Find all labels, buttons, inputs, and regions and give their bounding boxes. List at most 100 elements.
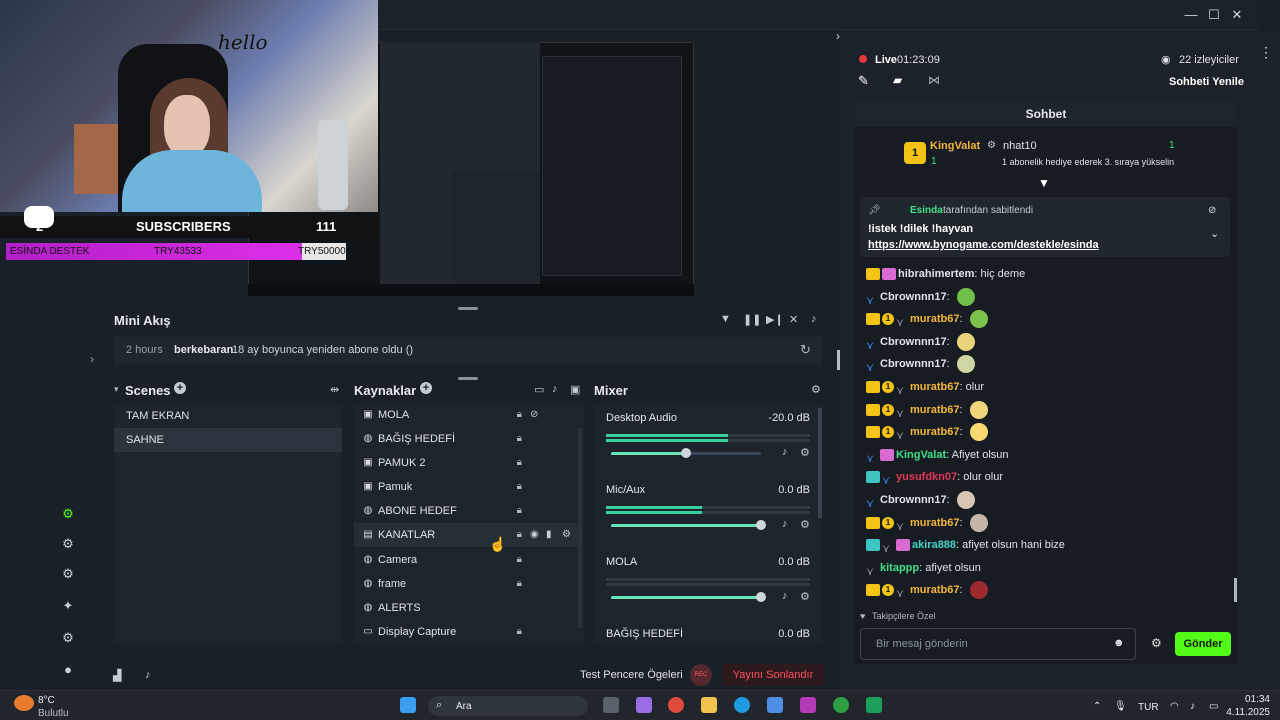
battery-icon[interactable]: ▭ (1209, 701, 1218, 712)
end-stream-button[interactable]: Yayını Sonlandır (722, 664, 824, 686)
volume-slider[interactable] (611, 520, 766, 530)
add-scene-icon[interactable]: + (174, 382, 186, 394)
source-item[interactable]: ▣ Pamuk 🔒︎ (354, 475, 578, 499)
emoji-icon[interactable]: ☻ (1113, 637, 1125, 649)
lock-icon[interactable]: 🔒︎ (517, 427, 522, 451)
profile-icon[interactable]: ● (60, 662, 76, 678)
stats-icon[interactable]: ▟ (113, 669, 121, 682)
app-icon[interactable] (800, 697, 816, 713)
unpin-icon[interactable]: ⊘ (1208, 205, 1216, 216)
mixer-settings-icon[interactable]: ⚙ (811, 383, 821, 396)
lock-icon[interactable]: 🔒︎ (517, 548, 522, 572)
task-view-icon[interactable] (603, 697, 619, 713)
minimize-button[interactable]: — (1184, 8, 1198, 22)
filter-icon[interactable]: ▼ (720, 313, 731, 325)
chat-username[interactable]: kitappp (880, 562, 919, 574)
lock-icon[interactable]: 🔒︎ (517, 620, 522, 644)
maximize-button[interactable]: ☐ (1207, 8, 1221, 22)
mute-speaker-icon[interactable]: ♪ (782, 518, 788, 530)
sources-scrollbar[interactable] (578, 428, 582, 628)
source-item[interactable]: ▣ MOLA 🔒︎ ⊘ (354, 403, 578, 427)
skip-icon[interactable]: ▶❙ (766, 313, 784, 326)
chat-username[interactable]: akira888 (912, 539, 956, 551)
volume-knob[interactable] (756, 592, 766, 602)
chat-username[interactable]: muratb67 (910, 381, 960, 393)
source-item[interactable]: ◍ BAĞIŞ HEDEFİ 🔒︎ (354, 427, 578, 451)
scene-item-selected[interactable]: SAHNE (114, 428, 342, 452)
add-source-icon[interactable]: + (420, 382, 432, 394)
event-user[interactable]: berkebaran (174, 344, 233, 356)
chrome-icon[interactable] (668, 697, 684, 713)
plugin-icon[interactable]: ⚙ (60, 566, 76, 582)
source-item[interactable]: ▣ PAMUK 2 🔒︎ (354, 451, 578, 475)
chat-username[interactable]: yusufdkn07 (896, 471, 957, 483)
expand-down-icon[interactable]: ▼ (1038, 176, 1050, 190)
chat-username[interactable]: Cbrownnn17 (880, 358, 947, 370)
clock-date[interactable]: 4.11.2025 (1222, 707, 1270, 718)
language-indicator[interactable]: TUR (1138, 702, 1159, 713)
link-icon[interactable]: ⚙ (60, 506, 76, 522)
xbox-icon[interactable] (833, 697, 849, 713)
chat-settings-icon[interactable]: ⚙ (1151, 636, 1162, 650)
chevron-down-icon[interactable]: ⌄ (1210, 227, 1219, 240)
source-item[interactable]: ◍ ABONE HEDEF 🔒︎ (354, 499, 578, 523)
pause-icon[interactable]: ❚❚ (743, 313, 761, 326)
lock-icon[interactable]: 🔒︎ (517, 572, 522, 596)
mute-speaker-icon[interactable]: ♪ (782, 590, 788, 602)
settings-gear-icon[interactable]: ⚙ (60, 536, 76, 552)
more-icon[interactable]: ⋮ (1259, 44, 1273, 61)
chat-username[interactable]: muratb67 (910, 584, 960, 596)
mic-icon[interactable]: 🎙︎ (1114, 701, 1127, 712)
lock-icon[interactable]: 🔒︎ (517, 523, 522, 547)
trash-icon[interactable]: ▮ (546, 523, 552, 547)
camera-icon[interactable]: ▰ (893, 73, 902, 87)
channel-settings-icon[interactable]: ⚙ (800, 518, 810, 531)
chat-scrollbar[interactable] (1234, 578, 1237, 602)
drag-handle-2[interactable] (458, 377, 478, 380)
replay-icon[interactable]: ↻ (800, 342, 811, 358)
bell-icon[interactable]: ♪ (145, 669, 151, 681)
chat-username[interactable]: Cbrownnn17 (880, 291, 947, 303)
chat-username[interactable]: KingValat (896, 449, 946, 461)
mixer-scrollbar[interactable] (818, 408, 822, 518)
scene-transition-icon[interactable]: ⇹ (330, 383, 339, 396)
edit-pencil-icon[interactable]: ✎ (858, 73, 869, 89)
weather-icon[interactable] (14, 695, 34, 711)
channel-settings-icon[interactable]: ⚙ (800, 590, 810, 603)
collapse-chat-icon[interactable]: › (836, 29, 840, 43)
chat-username[interactable]: Cbrownnn17 (880, 336, 947, 348)
gift-target-name[interactable]: nhat10 (1003, 140, 1037, 152)
volume-icon[interactable]: ♪ (811, 313, 817, 325)
source-item[interactable]: ◍ ALERTS (354, 596, 578, 620)
chat-username[interactable]: Cbrownnn17 (880, 494, 947, 506)
channel-settings-icon[interactable]: ⚙ (800, 446, 810, 459)
audio-icon[interactable]: ♪ (552, 383, 558, 395)
scene-item[interactable]: TAM EKRAN (114, 404, 342, 428)
weather-desc[interactable]: Bulutlu (38, 708, 69, 719)
chat-input[interactable]: Bir mesaj gönderin ☻ (860, 628, 1136, 660)
chat-username[interactable]: muratb67 (910, 404, 960, 416)
wifi-icon[interactable]: ◠ (1170, 701, 1179, 712)
gear-icon[interactable]: ⚙ (562, 523, 571, 547)
store-icon[interactable] (767, 697, 783, 713)
weather-temp[interactable]: 8°C (38, 695, 55, 706)
gift-leader-name[interactable]: KingValat (930, 140, 980, 152)
refresh-chat-button[interactable]: Sohbeti Yenile (1169, 76, 1244, 88)
source-item[interactable]: ▭ Display Capture 🔒︎ (354, 620, 578, 644)
gear-icon[interactable]: ⚙ (60, 630, 76, 646)
test-window-label[interactable]: Test Pencere Ögeleri (580, 669, 683, 681)
copilot-icon[interactable] (636, 697, 652, 713)
pinned-by[interactable]: Esinda (910, 205, 943, 216)
volume-knob[interactable] (681, 448, 691, 458)
chat-username[interactable]: muratb67 (910, 426, 960, 438)
volume-slider[interactable] (611, 448, 761, 458)
lock-icon[interactable]: 🔒︎ (517, 475, 522, 499)
source-item[interactable]: ◍ Camera 🔒︎ (354, 548, 578, 572)
volume-slider[interactable] (611, 592, 766, 602)
lock-icon[interactable]: 🔒︎ (517, 451, 522, 475)
expand-chevron-icon[interactable]: › (90, 352, 94, 366)
edge-icon[interactable] (734, 697, 750, 713)
source-item-hovered[interactable]: ▤ KANATLAR 🔒︎ ◉ ▮ ⚙ (354, 523, 578, 547)
chat-username[interactable]: hibrahimertem (898, 268, 974, 280)
kick-app-icon[interactable] (866, 697, 882, 713)
